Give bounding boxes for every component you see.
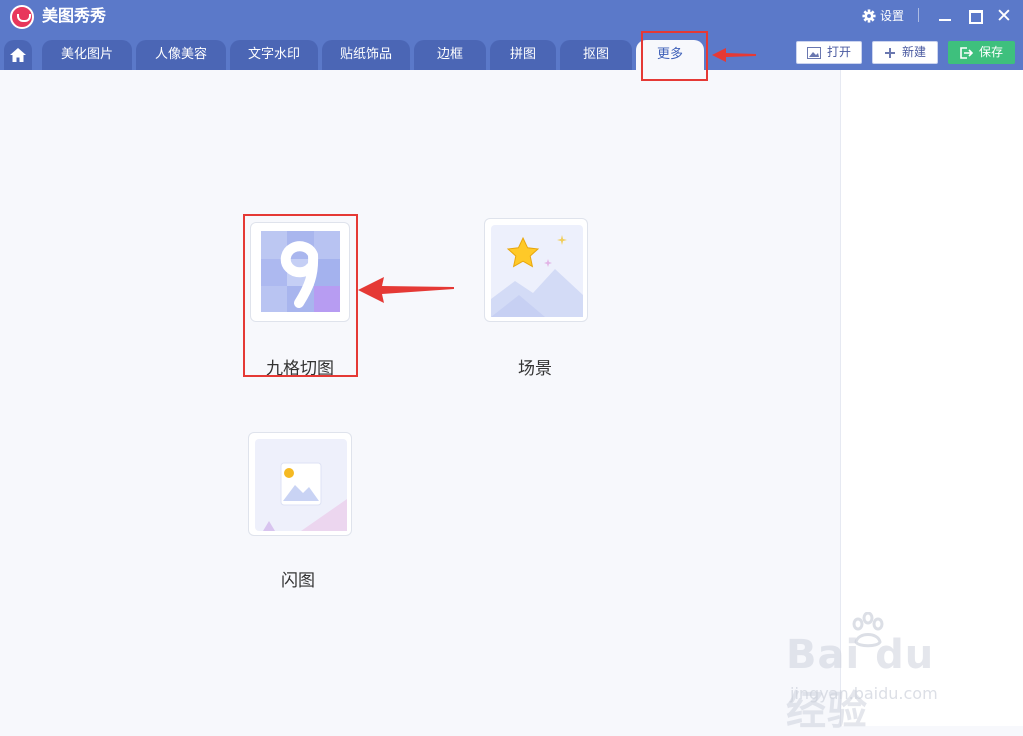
save-button[interactable]: 保存 [948,41,1015,64]
new-label: 新建 [901,45,926,59]
export-icon [960,46,973,59]
nine-grid-icon [261,231,340,312]
close-button[interactable]: ✕ [993,6,1015,26]
minimize-button[interactable] [934,6,956,26]
tab-collage[interactable]: 拼图 [490,40,556,70]
gear-icon [862,9,876,23]
tool-flash-image-label: 闪图 [281,571,315,591]
maximize-button[interactable] [964,6,986,26]
tab-portrait[interactable]: 人像美容 [136,40,226,70]
tab-cutout[interactable]: 抠图 [560,40,632,70]
open-label: 打开 [826,45,851,59]
tool-nine-grid-label: 九格切图 [266,359,334,379]
tab-bar: 美化图片 人像美容 文字水印 贴纸饰品 边框 拼图 抠图 更多 [0,38,780,70]
tab-more[interactable]: 更多 [636,40,704,70]
tab-home[interactable] [4,40,32,70]
tab-stickers[interactable]: 贴纸饰品 [322,40,410,70]
tool-card [248,432,352,536]
tab-text-watermark[interactable]: 文字水印 [230,40,318,70]
tool-scene-label: 场景 [518,359,552,379]
right-panel [840,70,1023,726]
tab-beautify[interactable]: 美化图片 [42,40,132,70]
new-button[interactable]: 新建 [872,41,938,64]
scene-icon [491,225,583,317]
image-icon [806,46,821,59]
arrow-pointer-tool [358,277,454,303]
plus-icon [884,47,895,58]
tool-card [484,218,588,322]
tool-card [250,222,350,322]
app-logo-icon [10,5,34,29]
app-title: 美图秀秀 [42,6,107,25]
open-button[interactable]: 打开 [796,41,862,64]
save-label: 保存 [978,45,1003,59]
settings-button[interactable]: 设置 [862,6,904,26]
titlebar-divider [918,8,919,22]
settings-label: 设置 [880,9,905,23]
home-icon [10,48,26,62]
tab-frame[interactable]: 边框 [414,40,486,70]
title-bar: 美图秀秀 设置 ✕ 美化图片 人像美容 文字水印 贴纸饰品 边框 拼图 抠图 更… [0,0,1023,70]
flash-image-icon [255,439,347,531]
